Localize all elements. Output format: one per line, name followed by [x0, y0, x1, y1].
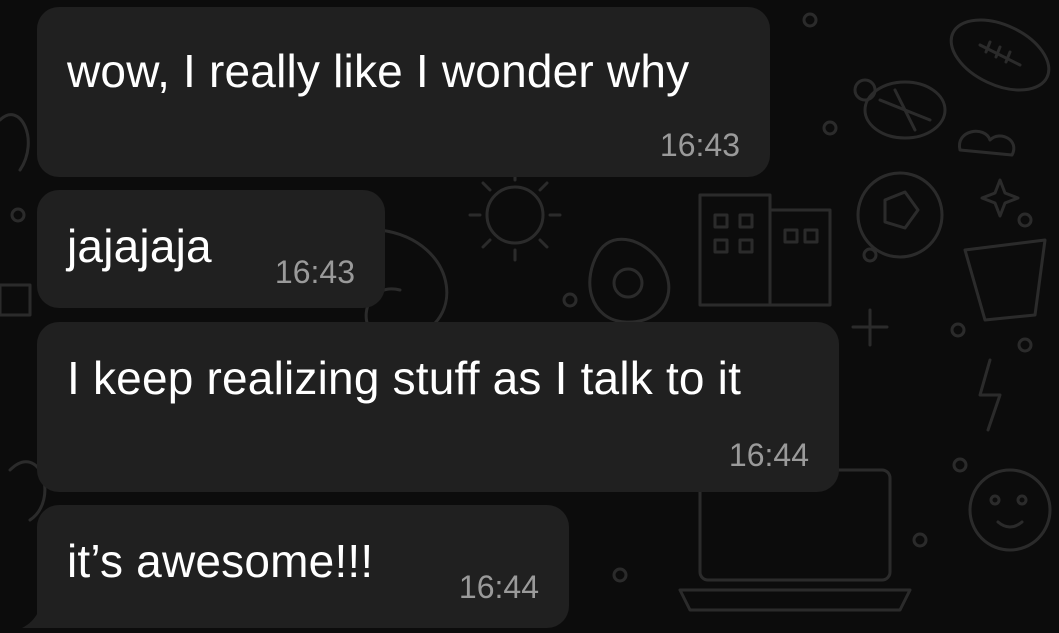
message-timestamp: 16:44	[458, 569, 539, 605]
message-bubble[interactable]: I keep realizing stuff as I talk to it 1…	[37, 322, 839, 492]
message-timestamp: 16:43	[274, 254, 355, 290]
message-text: I keep realizing stuff as I talk to it	[67, 352, 742, 404]
message-list: wow, I really like I wonder why 16:43 ja…	[0, 0, 1059, 633]
message-bubble[interactable]: it’s awesome!!! 16:44	[37, 505, 569, 628]
bubble-tail-icon	[22, 596, 44, 628]
message-text: it’s awesome!!!	[67, 535, 374, 587]
message-timestamp: 16:44	[728, 437, 809, 473]
message-text: jajajaja	[67, 220, 212, 272]
message-timestamp: 16:43	[659, 127, 740, 163]
message-text: wow, I really like I wonder why	[67, 45, 690, 97]
message-bubble[interactable]: wow, I really like I wonder why 16:43	[37, 7, 770, 177]
message-bubble[interactable]: jajajaja 16:43	[37, 190, 385, 308]
